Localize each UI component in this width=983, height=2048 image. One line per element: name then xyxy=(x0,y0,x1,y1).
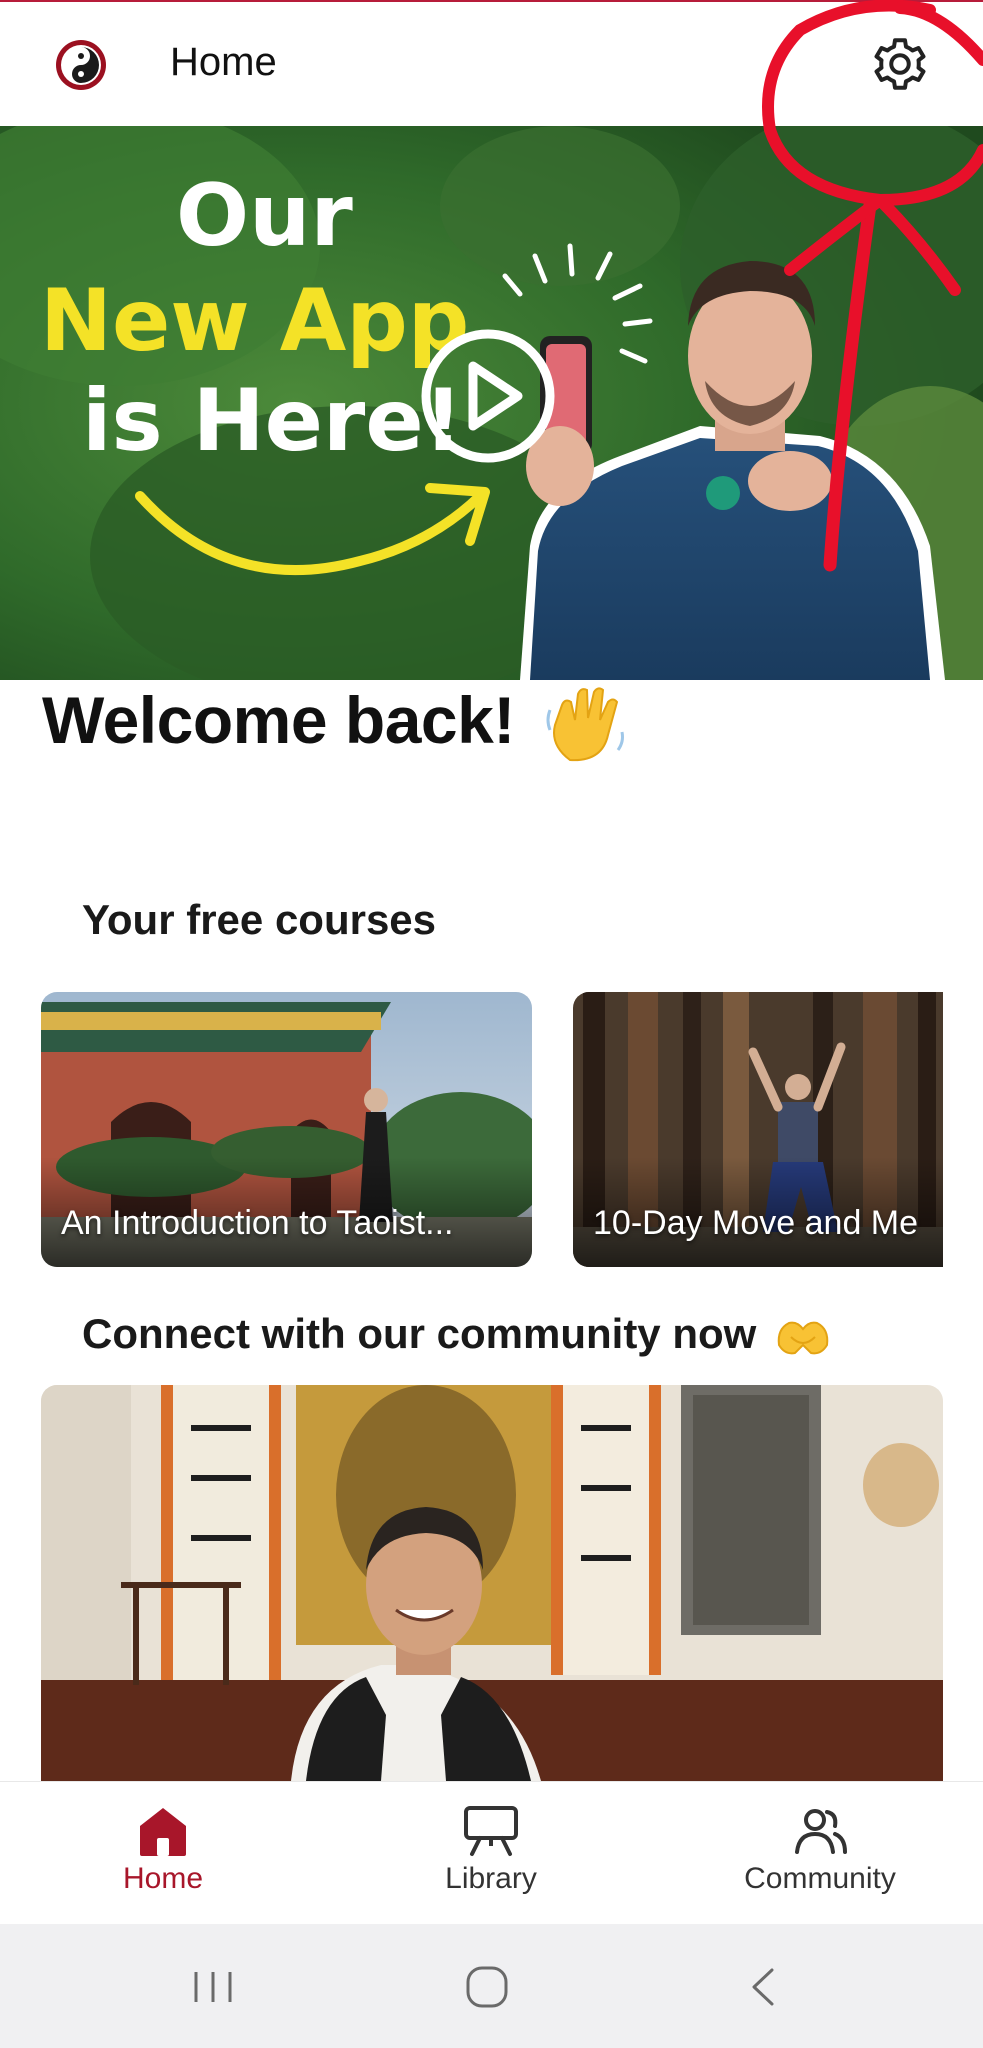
home-circle-icon[interactable] xyxy=(462,1964,512,2010)
back-chevron-icon[interactable] xyxy=(740,1964,790,2010)
course-card[interactable]: An Introduction to Taoist... xyxy=(41,992,532,1267)
waving-hand-icon xyxy=(540,680,630,770)
hero-headline-line3: is Here! xyxy=(82,371,463,471)
welcome-heading: Welcome back! xyxy=(42,683,515,757)
app-header: Home xyxy=(0,2,983,127)
nav-item-library[interactable]: Library xyxy=(381,1802,601,1896)
nav-label: Community xyxy=(744,1862,896,1895)
hero-headline-line2: New App xyxy=(40,271,470,371)
home-icon xyxy=(140,1808,186,1856)
course-card-title: 10-Day Move and Me xyxy=(593,1204,919,1242)
course-card-title: An Introduction to Taoist... xyxy=(61,1204,454,1242)
nav-item-home[interactable]: Home xyxy=(53,1802,273,1896)
users-icon xyxy=(795,1809,847,1854)
gear-icon[interactable] xyxy=(870,34,930,94)
nav-label: Home xyxy=(122,1862,204,1895)
hero-headline-line1: Our xyxy=(176,166,353,266)
play-icon[interactable] xyxy=(418,326,558,466)
course-card[interactable]: 10-Day Move and Me xyxy=(573,992,943,1267)
hero-banner[interactable]: Our New App is Here! xyxy=(0,126,983,680)
community-heading: Connect with our community now xyxy=(82,1310,757,1357)
presentation-board-icon xyxy=(464,1806,518,1856)
system-navigation-bar xyxy=(0,1924,983,2048)
heart-hands-icon xyxy=(775,1315,831,1359)
recents-icon[interactable] xyxy=(188,1964,238,2010)
nav-label: Library xyxy=(445,1862,537,1895)
yin-yang-logo-icon[interactable] xyxy=(54,38,108,92)
nav-item-community[interactable]: Community xyxy=(710,1802,930,1896)
free-courses-heading: Your free courses xyxy=(82,896,437,943)
community-image[interactable] xyxy=(41,1385,943,1781)
bottom-navigation: Home Library Community xyxy=(0,1781,983,1925)
page-title: Home xyxy=(170,40,277,84)
